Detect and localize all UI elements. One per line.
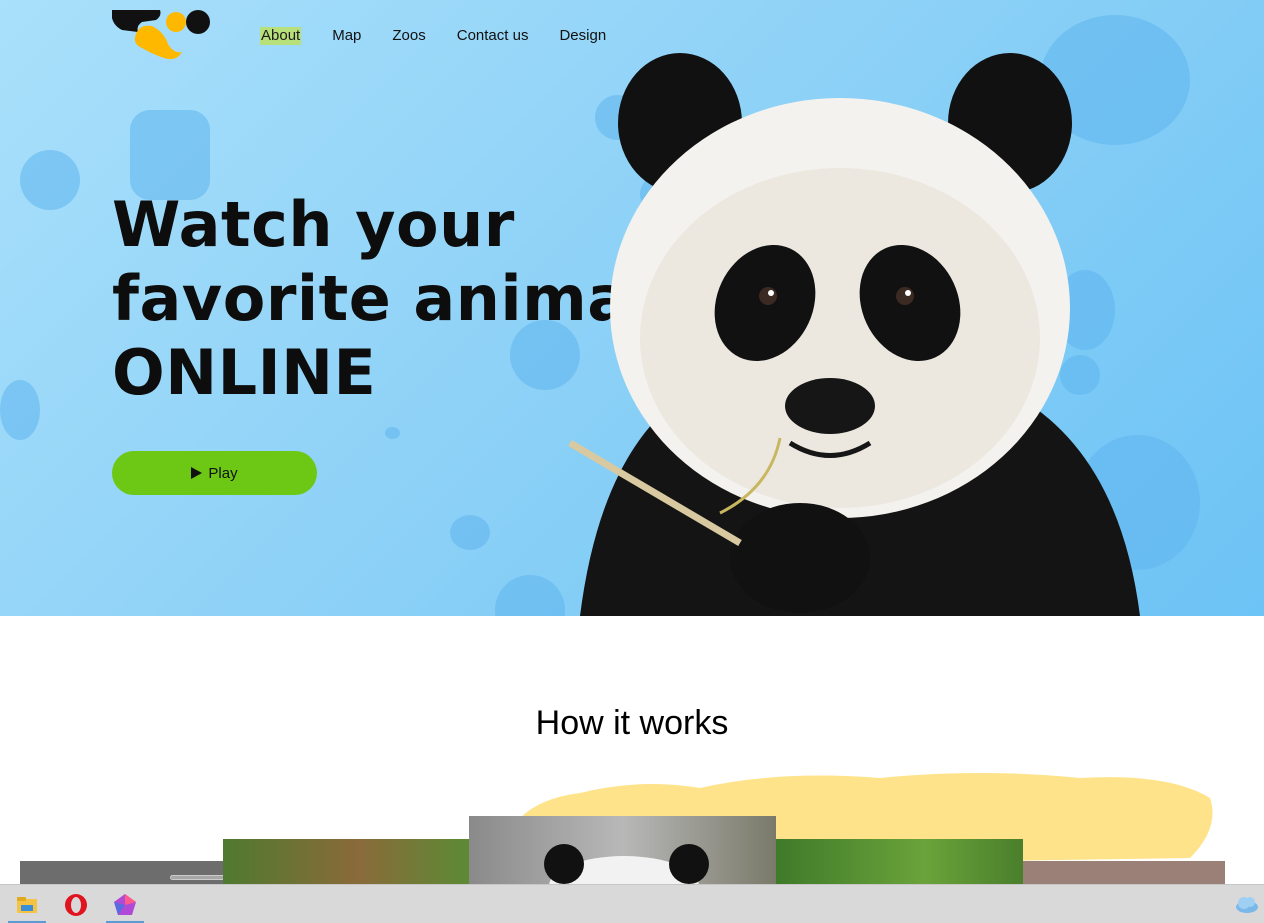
opera-logo-icon bbox=[65, 893, 87, 916]
folder-icon bbox=[17, 896, 37, 913]
nav-zoos[interactable]: Zoos bbox=[392, 27, 425, 45]
nav-map[interactable]: Map bbox=[332, 27, 361, 45]
play-button[interactable]: Play bbox=[112, 451, 317, 495]
opera-icon[interactable] bbox=[55, 885, 97, 923]
file-explorer-icon[interactable] bbox=[6, 885, 48, 923]
bg-blob bbox=[0, 380, 40, 440]
panda-image bbox=[568, 53, 1140, 616]
nav-contact-us[interactable]: Contact us bbox=[457, 27, 529, 45]
how-it-works-title: How it works bbox=[535, 704, 729, 742]
taskbar bbox=[0, 884, 1264, 923]
panda-card-ear bbox=[669, 844, 709, 884]
bg-blob bbox=[385, 427, 400, 439]
panda-card-ear bbox=[544, 844, 584, 884]
play-icon bbox=[191, 467, 203, 479]
hero-section: About Map Zoos Contact us Design Watch y… bbox=[0, 0, 1264, 616]
bg-blob bbox=[130, 110, 210, 200]
gem-icon bbox=[114, 893, 136, 915]
bg-blob bbox=[20, 150, 80, 210]
bg-blob bbox=[450, 515, 490, 550]
nav-about[interactable]: About bbox=[260, 27, 302, 45]
play-button-label: Play bbox=[208, 464, 238, 482]
card-panda[interactable] bbox=[469, 816, 776, 891]
slider-indicator[interactable] bbox=[170, 875, 223, 880]
zoo-logo[interactable] bbox=[112, 10, 212, 62]
onedrive-cloud-icon[interactable] bbox=[1234, 893, 1260, 915]
polygon-app-icon[interactable] bbox=[104, 885, 146, 923]
